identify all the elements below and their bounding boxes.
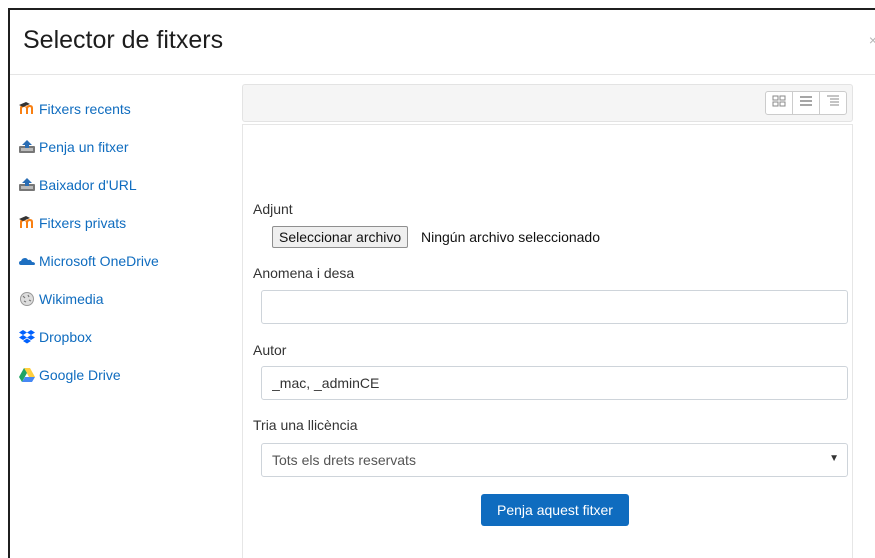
- save-as-input[interactable]: [261, 290, 848, 324]
- sidebar-item-label: Fitxers recents: [39, 101, 131, 117]
- sidebar-item-label: Fitxers privats: [39, 215, 127, 231]
- upload-file-button[interactable]: Penja aquest fitxer: [481, 494, 629, 526]
- chevron-down-icon: ▼: [829, 453, 839, 464]
- author-label: Autor: [253, 342, 287, 358]
- sidebar-item-onedrive[interactable]: Microsoft OneDrive: [19, 242, 229, 280]
- tree-icon: [826, 94, 840, 112]
- repository-sidebar: Fitxers recents Penja un fitxer Baixador…: [19, 90, 229, 394]
- list-view-button[interactable]: [792, 91, 820, 115]
- dialog-header: Selector de fitxers ×: [10, 10, 875, 75]
- view-switcher: [765, 91, 847, 115]
- sidebar-item-upload[interactable]: Penja un fitxer: [19, 128, 229, 166]
- save-as-label: Anomena i desa: [253, 265, 355, 281]
- license-label: Tria una llicència: [253, 417, 358, 433]
- file-status-text: Ningún archivo seleccionado: [421, 229, 600, 245]
- attachment-label: Adjunt: [253, 201, 293, 217]
- upload-icon: [19, 140, 35, 154]
- icon-view-button[interactable]: [765, 91, 793, 115]
- sidebar-item-private-files[interactable]: Fitxers privats: [19, 204, 229, 242]
- dropbox-icon: [19, 330, 35, 344]
- view-toolbar: [242, 84, 853, 122]
- sidebar-item-google-drive[interactable]: Google Drive: [19, 356, 229, 394]
- grid-icon: [772, 94, 786, 112]
- tree-view-button[interactable]: [819, 91, 847, 115]
- moodle-icon: [19, 102, 35, 116]
- sidebar-item-label: Baixador d'URL: [39, 177, 137, 193]
- onedrive-icon: [19, 254, 35, 268]
- dialog-title: Selector de fitxers: [23, 26, 224, 54]
- upload-panel: Adjunt Anomena i desa Autor Tria una lli…: [242, 124, 853, 558]
- list-icon: [799, 94, 813, 112]
- sidebar-item-label: Penja un fitxer: [39, 139, 129, 155]
- sidebar-item-label: Dropbox: [39, 329, 92, 345]
- moodle-icon: [19, 216, 35, 230]
- license-selected-value: Tots els drets reservats: [272, 452, 416, 468]
- author-input[interactable]: [261, 366, 848, 400]
- sidebar-item-recent-files[interactable]: Fitxers recents: [19, 90, 229, 128]
- sidebar-item-dropbox[interactable]: Dropbox: [19, 318, 229, 356]
- sidebar-item-url-downloader[interactable]: Baixador d'URL: [19, 166, 229, 204]
- sidebar-item-label: Microsoft OneDrive: [39, 253, 159, 269]
- url-download-icon: [19, 178, 35, 192]
- close-button[interactable]: ×: [869, 32, 875, 48]
- sidebar-item-label: Google Drive: [39, 367, 121, 383]
- choose-file-button[interactable]: Seleccionar archivo: [272, 226, 409, 248]
- license-select[interactable]: Tots els drets reservats ▼: [261, 443, 848, 477]
- sidebar-item-wikimedia[interactable]: Wikimedia: [19, 280, 229, 318]
- sidebar-item-label: Wikimedia: [39, 291, 104, 307]
- google-drive-icon: [19, 368, 35, 382]
- wikimedia-icon: [19, 292, 35, 306]
